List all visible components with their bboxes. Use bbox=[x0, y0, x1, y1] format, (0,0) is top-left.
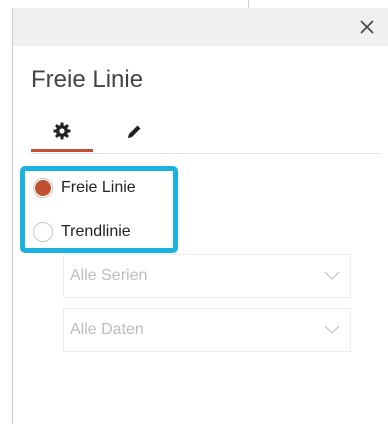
data-dropdown[interactable]: Alle Daten bbox=[63, 308, 351, 352]
pane-tabs bbox=[31, 112, 381, 154]
tab-settings[interactable] bbox=[31, 112, 93, 152]
close-button[interactable] bbox=[354, 14, 380, 40]
radio-button-selected[interactable] bbox=[33, 178, 53, 198]
gear-icon bbox=[53, 122, 71, 139]
radio-label-freie-linie: Freie Linie bbox=[61, 179, 136, 196]
series-dropdown[interactable]: Alle Serien bbox=[63, 254, 351, 298]
top-divider bbox=[248, 0, 249, 8]
pencil-icon bbox=[128, 125, 141, 138]
radio-freie-linie[interactable]: Freie Linie bbox=[33, 176, 136, 200]
chevron-down-icon bbox=[324, 271, 340, 280]
chevron-down-icon bbox=[324, 325, 340, 334]
radio-button[interactable] bbox=[33, 222, 53, 242]
tab-divider bbox=[31, 153, 381, 154]
tab-format[interactable] bbox=[103, 112, 165, 152]
data-dropdown-value: Alle Daten bbox=[70, 321, 144, 338]
close-icon bbox=[360, 20, 374, 34]
series-dropdown-value: Alle Serien bbox=[70, 267, 148, 284]
radio-trendlinie[interactable]: Trendlinie bbox=[33, 220, 131, 244]
pane-title: Freie Linie bbox=[31, 66, 144, 93]
top-strip bbox=[0, 0, 388, 8]
radio-label-trendlinie: Trendlinie bbox=[61, 223, 131, 240]
format-pane: Freie Linie Freie Linie Trendlinie Alle … bbox=[12, 8, 388, 424]
radio-dot bbox=[35, 180, 51, 196]
pane-titlebar bbox=[13, 8, 388, 46]
